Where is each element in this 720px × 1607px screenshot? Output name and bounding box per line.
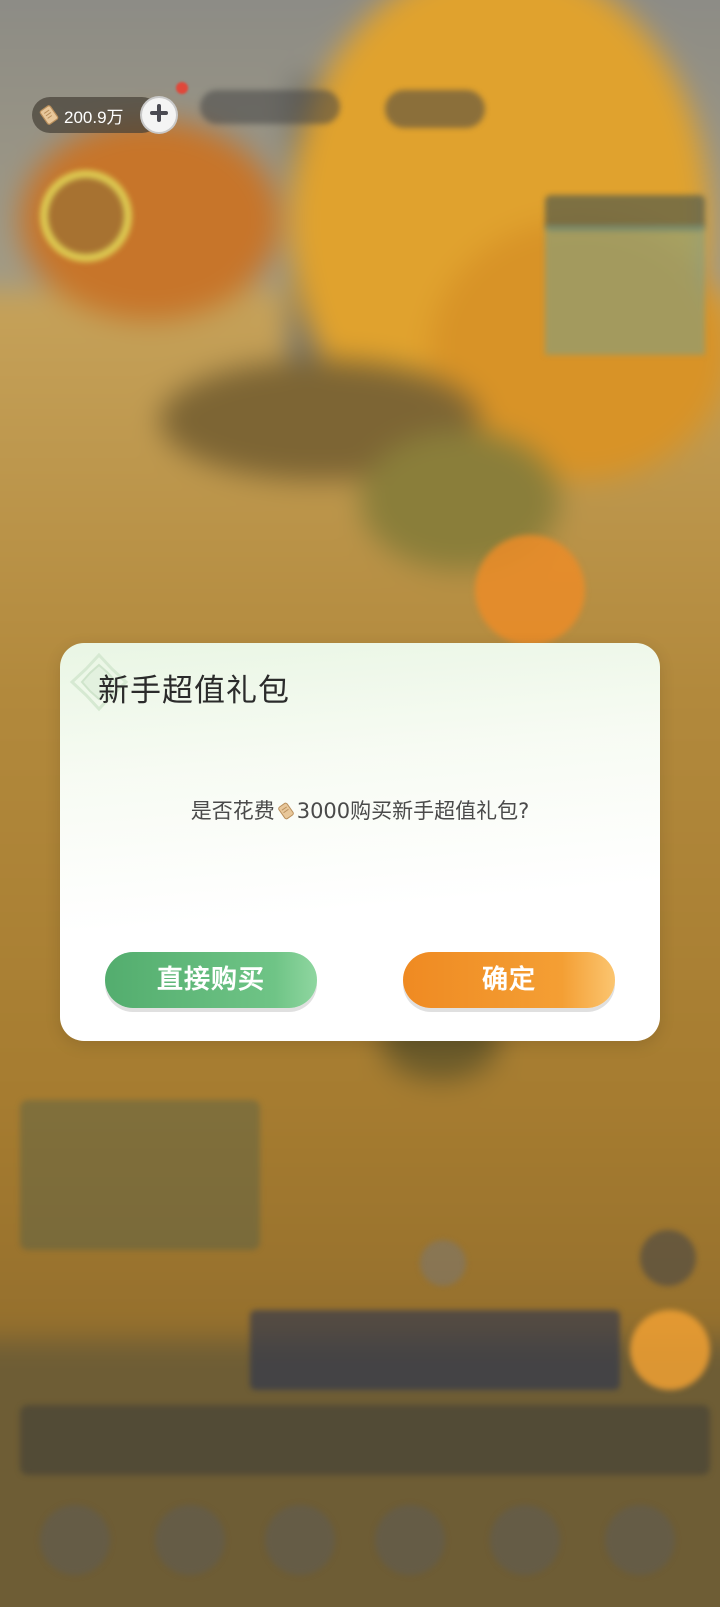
message-prefix: 是否花费: [190, 799, 275, 823]
dialog-message: 是否花费 3000购买新手超值礼包?: [60, 795, 660, 825]
confirm-button[interactable]: 确定: [403, 952, 615, 1008]
card-bar: [250, 1310, 620, 1390]
bottom-nav-button: [605, 1505, 675, 1575]
bottom-nav-button: [40, 1505, 110, 1575]
dialog-title: 新手超值礼包: [98, 673, 290, 709]
hud-round-button: [640, 1230, 696, 1286]
direct-buy-button[interactable]: 直接购买: [105, 952, 317, 1008]
purchase-dialog: 新手超值礼包 是否花费 3000购买新手超值礼包? 直接购买 确定: [60, 643, 660, 1041]
game-screen: 200.9万 新手超值礼包 是否花费 3000购买新手超值礼包? 直接购买 确定: [0, 0, 720, 1607]
scroll-coin-icon: [38, 104, 60, 126]
plus-icon: [148, 102, 170, 128]
minimap: [545, 225, 705, 355]
scroll-coin-icon: [277, 801, 295, 820]
hud-pill: [385, 90, 485, 128]
message-suffix: 3000购买新手超值礼包?: [296, 799, 530, 823]
bottom-nav-button: [490, 1505, 560, 1575]
hud-round-button: [420, 1240, 466, 1286]
currency-amount: 200.9万: [64, 107, 124, 127]
message-bar: [20, 1405, 710, 1475]
add-currency-button[interactable]: [140, 96, 178, 134]
action-button: [630, 1310, 710, 1390]
action-button: [475, 535, 585, 645]
bottom-nav-button: [265, 1505, 335, 1575]
chat-panel: [20, 1100, 260, 1250]
bottom-nav-button: [155, 1505, 225, 1575]
hud-pill: [200, 90, 340, 124]
skill-ring-icon: [40, 170, 132, 262]
notification-dot: [176, 82, 188, 94]
bottom-nav-button: [375, 1505, 445, 1575]
